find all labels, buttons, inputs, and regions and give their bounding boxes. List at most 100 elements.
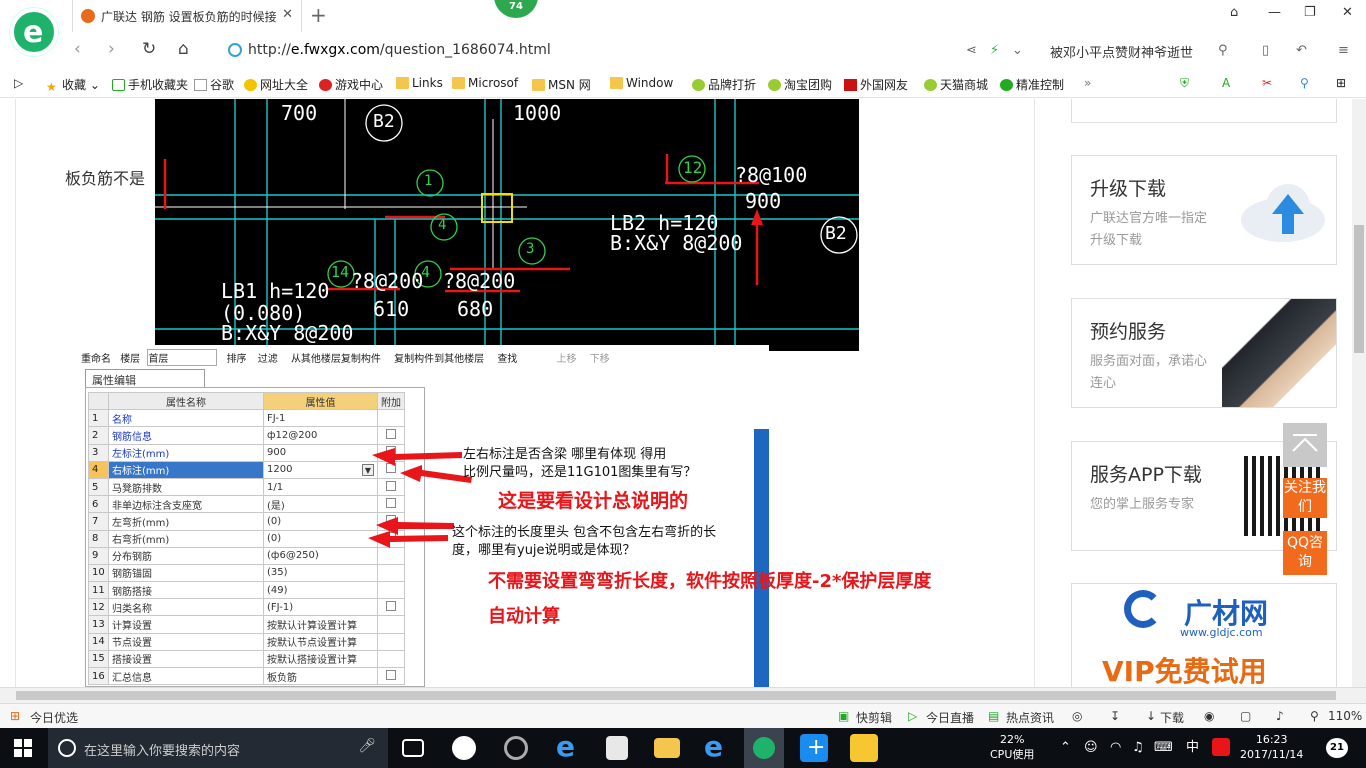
translate-icon[interactable]: A: [1222, 76, 1230, 90]
scissors-icon[interactable]: ✂: [1262, 76, 1272, 90]
sidebar-toggle-icon[interactable]: ▷: [14, 76, 23, 90]
sogou-icon[interactable]: [1212, 738, 1230, 756]
bookmark-item[interactable]: 精准控制: [1000, 76, 1064, 93]
tab-active[interactable]: 广联达 钢筋 设置板负筋的时候接 ✕: [72, 0, 302, 32]
start-button[interactable]: [14, 739, 32, 757]
quick-edit-link[interactable]: 快剪辑: [856, 709, 892, 726]
sidebar-card-top[interactable]: [1071, 99, 1337, 123]
sidebar-card-ad[interactable]: 广材网 www.gldjc.com VIP免费试用: [1071, 583, 1337, 687]
store-icon[interactable]: [606, 736, 628, 760]
windows-taskbar: 在这里输入你要搜索的内容 🎤︎ e e + 22% CPU使用 ⌃ ☺ ◠ ♫ …: [0, 728, 1366, 768]
bookmark-item[interactable]: 手机收藏夹: [112, 76, 188, 93]
bookmark-item[interactable]: Microsof: [452, 76, 518, 90]
task-view-icon[interactable]: [402, 739, 424, 757]
answer-2-line2: 自动计算: [488, 606, 560, 627]
tab-title: 广联达 钢筋 设置板负筋的时候接: [101, 10, 276, 24]
download-arrow-icon[interactable]: ↧: [1110, 709, 1120, 723]
zoom-icon[interactable]: ⚲: [1310, 709, 1319, 723]
today-picks-link[interactable]: 今日优选: [30, 709, 78, 726]
download-link[interactable]: 下载: [1160, 709, 1184, 726]
bookmark-item[interactable]: 外国网友: [844, 76, 908, 93]
sidebar-card-booking[interactable]: 预约服务 服务面对面，承诺心连心: [1071, 298, 1337, 408]
scrollbar-thumb[interactable]: [16, 691, 1336, 700]
window-icon[interactable]: ▢: [1240, 709, 1251, 723]
live-link[interactable]: 今日直播: [926, 709, 974, 726]
keyboard-icon[interactable]: ⌨: [1154, 740, 1173, 755]
notification-count[interactable]: 21: [1326, 738, 1348, 758]
chrome-like-icon[interactable]: [504, 736, 528, 760]
home-button[interactable]: ⌂: [178, 39, 189, 59]
url-input[interactable]: http://e.fwxgx.com/question_1686074.html: [248, 42, 551, 58]
volume-icon[interactable]: ♪: [1276, 709, 1284, 723]
cpu-meter[interactable]: 22% CPU使用: [990, 732, 1034, 762]
back-button[interactable]: ‹: [74, 39, 81, 59]
minimize-button[interactable]: —: [1268, 5, 1281, 20]
file-explorer-icon[interactable]: [654, 738, 680, 758]
horizontal-scrollbar[interactable]: [0, 687, 1366, 703]
qq-consult-button[interactable]: QQ咨询: [1283, 531, 1327, 575]
tab-close-icon[interactable]: ✕: [282, 7, 293, 22]
browser-logo-icon[interactable]: e: [10, 8, 58, 56]
share-icon[interactable]: ⋖: [966, 43, 977, 58]
cpu-percent: 22%: [999, 733, 1025, 746]
follow-us-button[interactable]: 关注我们: [1283, 478, 1327, 518]
booking-title: 预约服务: [1090, 321, 1167, 343]
grid-icon[interactable]: ⊞: [1336, 76, 1346, 90]
bookmark-item[interactable]: Window: [610, 76, 673, 90]
sidebar-card-upgrade[interactable]: 升级下载 广联达官方唯一指定升级下载: [1071, 155, 1337, 265]
news-link[interactable]: 热点资讯: [1006, 709, 1054, 726]
arrow-up-icon: [1292, 434, 1318, 452]
search-input[interactable]: 被邓小平点赞财神爷逝世: [1050, 42, 1193, 61]
url-path: /question_1686074.html: [379, 42, 551, 58]
zoom-level[interactable]: 110%: [1328, 709, 1362, 723]
close-window-button[interactable]: ✕: [1342, 5, 1353, 20]
bookmark-item[interactable]: MSN 网: [532, 76, 591, 93]
notes-app-icon[interactable]: [850, 734, 878, 762]
taskbar-search[interactable]: 在这里输入你要搜索的内容 🎤︎: [48, 728, 388, 768]
bookmark-item[interactable]: 谷歌: [194, 76, 234, 93]
bookmark-item[interactable]: 游戏中心: [319, 76, 383, 93]
volume-icon[interactable]: ♫: [1132, 740, 1144, 755]
forward-button[interactable]: ›: [108, 39, 115, 59]
gift-icon: ⊞: [10, 709, 21, 723]
ie-icon[interactable]: e: [704, 730, 732, 763]
plus-app-icon[interactable]: +: [800, 734, 828, 762]
tray-expand-icon[interactable]: ⌃: [1060, 740, 1071, 755]
microphone-icon[interactable]: 🎤︎: [358, 738, 376, 754]
vertical-scrollbar[interactable]: [1352, 99, 1366, 687]
more-bookmarks-icon[interactable]: »: [1084, 76, 1091, 90]
notification-badge[interactable]: 74: [494, 0, 538, 18]
find-icon[interactable]: ⚲: [1300, 76, 1309, 90]
bookmark-item[interactable]: ★ 收藏 ⌄: [46, 76, 100, 94]
new-tab-button[interactable]: +: [310, 3, 327, 27]
back-to-top-button[interactable]: [1283, 423, 1327, 467]
search-icon[interactable]: ⚲: [1218, 43, 1228, 58]
fan-app-icon[interactable]: [452, 736, 476, 760]
bookmark-item[interactable]: 淘宝团购: [768, 76, 832, 93]
app-title: 服务APP下载: [1090, 464, 1202, 486]
undo-icon[interactable]: ↶: [1296, 43, 1307, 58]
bookmark-item[interactable]: 品牌打折: [692, 76, 756, 93]
clean-icon[interactable]: ◉: [1204, 709, 1214, 723]
wifi-icon[interactable]: ◠: [1110, 740, 1121, 755]
shield-icon[interactable]: ⛨: [1180, 76, 1189, 91]
shirt-skin-icon[interactable]: ⌂: [1230, 5, 1238, 20]
edge-icon[interactable]: e: [556, 730, 584, 763]
maximize-button[interactable]: ❐: [1304, 5, 1316, 20]
ime-indicator[interactable]: 中: [1186, 740, 1199, 755]
phone-icon[interactable]: ▯: [1262, 43, 1269, 58]
speed-icon[interactable]: ◎: [1072, 709, 1082, 723]
bookmark-item[interactable]: 网址大全: [244, 76, 308, 93]
browser-taskbar-item[interactable]: [744, 728, 784, 768]
clock[interactable]: 16:23 2017/11/14: [1240, 732, 1303, 762]
question-2-line1: 这个标注的长度里头 包含不包含左右弯折的长: [452, 525, 717, 540]
bookmark-item[interactable]: Links: [396, 76, 443, 90]
bookmark-item[interactable]: 天猫商城: [924, 76, 988, 93]
lightning-icon[interactable]: ⚡: [990, 43, 999, 58]
chevron-down-icon[interactable]: ⌄: [1012, 43, 1023, 58]
menu-icon[interactable]: ≡: [1338, 43, 1349, 58]
refresh-button[interactable]: ↻: [142, 39, 156, 59]
people-icon[interactable]: ☺: [1084, 740, 1098, 755]
scrollbar-thumb[interactable]: [1354, 225, 1364, 353]
bookmark-label: 游戏中心: [335, 78, 384, 92]
